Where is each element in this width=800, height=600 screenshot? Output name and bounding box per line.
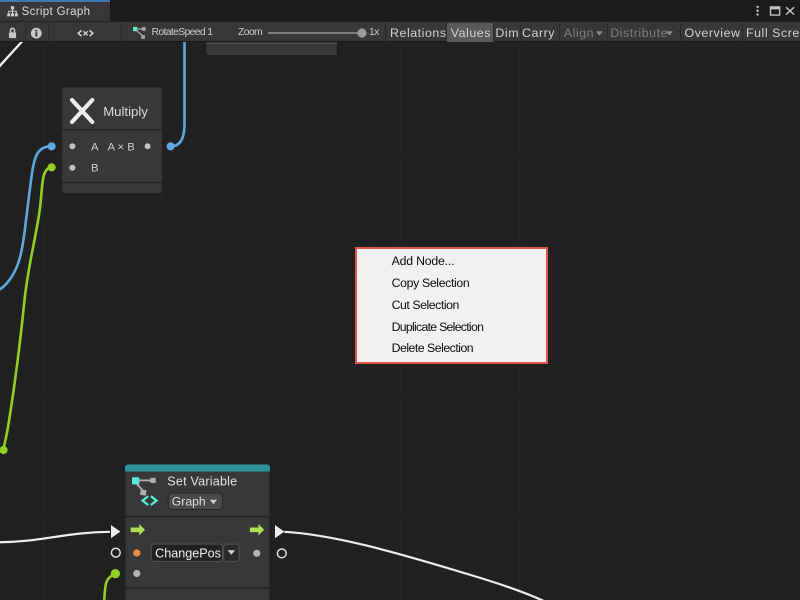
svg-text:ChangePos: ChangePos: [155, 546, 221, 560]
svg-text:Graph: Graph: [172, 495, 206, 509]
svg-text:Multiply: Multiply: [103, 104, 148, 119]
svg-text:A: A: [91, 141, 99, 153]
svg-text:A × B: A × B: [108, 141, 135, 153]
svg-text:B: B: [91, 163, 99, 175]
svg-text:Set Variable: Set Variable: [167, 474, 237, 488]
